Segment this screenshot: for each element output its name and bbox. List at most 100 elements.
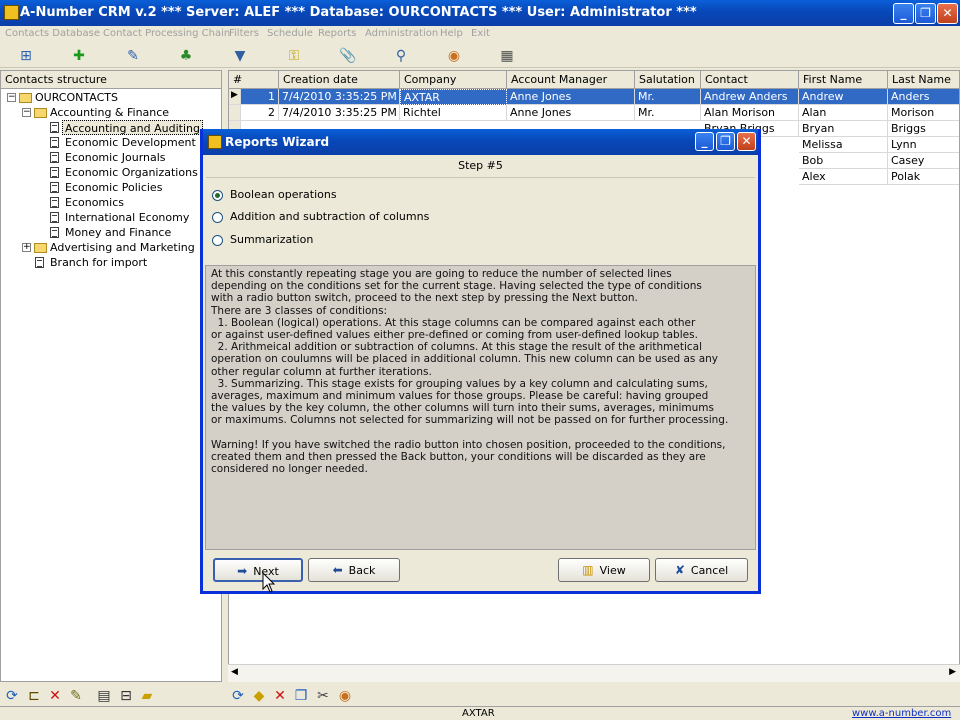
add-branch-icon[interactable]: ⊏	[24, 687, 44, 705]
cancel-button[interactable]: ✘ Cancel	[655, 558, 748, 582]
tree-item-economic-development[interactable]: Economic Development	[65, 135, 196, 150]
table-cell[interactable]: Bob	[799, 153, 888, 169]
menu-exit[interactable]: Exit	[471, 28, 490, 39]
calculator-icon[interactable]: ▦	[497, 47, 517, 65]
dialog-minimize-button[interactable]: _	[695, 132, 714, 151]
radio-label-addition-subtraction[interactable]: Addition and subtraction of columns	[230, 210, 429, 223]
tree-item-economic-journals[interactable]: Economic Journals	[65, 150, 166, 165]
folder-icon[interactable]: ▰	[137, 687, 157, 705]
table-cell[interactable]: Anne Jones	[507, 105, 635, 121]
column-header-first-name[interactable]: First Name	[799, 71, 888, 89]
table-cell[interactable]: Andrew	[799, 89, 888, 105]
delete-icon[interactable]: ✕	[45, 687, 65, 705]
table-cell[interactable]: Casey	[888, 153, 959, 169]
column-header-account-manager[interactable]: Account Manager	[507, 71, 635, 89]
table-cell[interactable]: 1	[241, 89, 279, 105]
filter-icon[interactable]: ▼	[230, 47, 250, 65]
edit-icon[interactable]: ✎	[123, 47, 143, 65]
column-header-contact[interactable]: Contact	[701, 71, 799, 89]
table-cell[interactable]: 2	[241, 105, 279, 121]
expand-toggle[interactable]: −	[22, 108, 31, 117]
tree-structure-icon[interactable]: ⊟	[116, 687, 136, 705]
table-cell[interactable]: Morison	[888, 105, 959, 121]
tree-item-international-economy[interactable]: International Economy	[65, 210, 189, 225]
refresh-grid-icon[interactable]: ⟳	[228, 687, 248, 705]
table-cell[interactable]: Anne Jones	[507, 89, 635, 105]
table-cell[interactable]: Andrew Anders	[701, 89, 799, 105]
copy-icon[interactable]: ❐	[291, 687, 311, 705]
scroll-left-icon[interactable]: ◀	[231, 667, 238, 677]
eraser-icon[interactable]: ◆	[249, 687, 269, 705]
tree-item-economic-organizations[interactable]: Economic Organizations	[65, 165, 198, 180]
row-indicator[interactable]	[229, 105, 241, 121]
table-cell[interactable]: Mr.	[635, 89, 701, 105]
column-header-creation-date[interactable]: Creation date	[279, 71, 400, 89]
table-cell[interactable]: AXTAR	[400, 89, 507, 105]
menu-contacts-database[interactable]: Contacts Database	[5, 28, 100, 39]
tree-item-economics[interactable]: Economics	[65, 195, 124, 210]
close-button[interactable]: ✕	[937, 3, 958, 24]
table-cell[interactable]: Mr.	[635, 105, 701, 121]
radio-label-summarization[interactable]: Summarization	[230, 233, 313, 246]
refresh-icon[interactable]: ⟳	[2, 687, 22, 705]
add-icon[interactable]: ✚	[69, 47, 89, 65]
rename-icon[interactable]: ✎	[66, 687, 86, 705]
tree-item-accounting-auditing[interactable]: Accounting and Auditing	[62, 120, 203, 135]
attachment-icon[interactable]: 📎	[338, 47, 358, 65]
column-header-number[interactable]: #	[229, 71, 279, 89]
table-cell[interactable]: Polak	[888, 169, 959, 185]
tree-icon[interactable]: ⊞	[16, 47, 36, 65]
expand-toggle[interactable]: +	[22, 243, 31, 252]
menu-filters[interactable]: Filters	[229, 28, 259, 39]
database-icon[interactable]: ◉	[444, 47, 464, 65]
column-header-last-name[interactable]: Last Name	[888, 71, 959, 89]
tree-item-money-finance[interactable]: Money and Finance	[65, 225, 171, 240]
cut-icon[interactable]: ✂	[313, 687, 333, 705]
table-cell[interactable]: Alan	[799, 105, 888, 121]
dialog-close-button[interactable]: ✕	[737, 132, 756, 151]
back-button[interactable]: ⬅ Back	[308, 558, 400, 582]
view-button[interactable]: ▥ View	[558, 558, 650, 582]
search-icon[interactable]: ⚲	[391, 47, 411, 65]
table-cell[interactable]: Bryan	[799, 121, 888, 137]
tree-group-advertising-marketing[interactable]: Advertising and Marketing	[50, 240, 195, 255]
column-header-salutation[interactable]: Salutation	[635, 71, 701, 89]
table-cell[interactable]: Lynn	[888, 137, 959, 153]
row-indicator-icon[interactable]: ▶	[229, 89, 241, 105]
menu-contact-processing-chain[interactable]: Contact Processing Chain	[103, 28, 230, 39]
radio-label-boolean-operations[interactable]: Boolean operations	[230, 188, 337, 201]
radio-summarization[interactable]	[212, 235, 223, 246]
columns-icon[interactable]: ▤	[94, 687, 114, 705]
menu-help[interactable]: Help	[440, 28, 463, 39]
expand-toggle[interactable]: −	[7, 93, 16, 102]
tree-item-economic-policies[interactable]: Economic Policies	[65, 180, 162, 195]
website-link[interactable]: www.a-number.com	[852, 708, 951, 719]
dialog-maximize-button[interactable]: ❐	[716, 132, 735, 151]
radio-addition-subtraction[interactable]	[212, 212, 223, 223]
table-cell[interactable]: Melissa	[799, 137, 888, 153]
minimize-button[interactable]: _	[893, 3, 914, 24]
delete-row-icon[interactable]: ✕	[270, 687, 290, 705]
properties-icon[interactable]: ◉	[335, 687, 355, 705]
table-cell[interactable]: Alex	[799, 169, 888, 185]
keys-icon[interactable]: ⚿	[284, 47, 304, 65]
menu-administration[interactable]: Administration	[365, 28, 438, 39]
table-cell[interactable]: Anders	[888, 89, 959, 105]
next-button[interactable]: ➡ Next	[213, 558, 303, 582]
horizontal-scrollbar[interactable]: ◀ ▶	[228, 664, 960, 682]
table-cell[interactable]: Briggs	[888, 121, 959, 137]
table-cell[interactable]: 7/4/2010 3:35:25 PM	[279, 89, 400, 105]
menu-schedule[interactable]: Schedule	[267, 28, 313, 39]
column-header-company[interactable]: Company	[400, 71, 507, 89]
maximize-button[interactable]: ❐	[915, 3, 936, 24]
tree-group-accounting-finance[interactable]: Accounting & Finance	[50, 105, 169, 120]
table-cell[interactable]: Alan Morison	[701, 105, 799, 121]
tree-root-ourcontacts[interactable]: OURCONTACTS	[35, 90, 118, 105]
menu-reports[interactable]: Reports	[318, 28, 356, 39]
table-cell[interactable]: 7/4/2010 3:35:25 PM	[279, 105, 400, 121]
table-cell[interactable]: Richtel	[400, 105, 507, 121]
radio-boolean-operations[interactable]	[212, 190, 223, 201]
tree-item-branch-import[interactable]: Branch for import	[50, 255, 147, 270]
hierarchy-icon[interactable]: ♣	[176, 47, 196, 65]
scroll-right-icon[interactable]: ▶	[949, 667, 956, 677]
